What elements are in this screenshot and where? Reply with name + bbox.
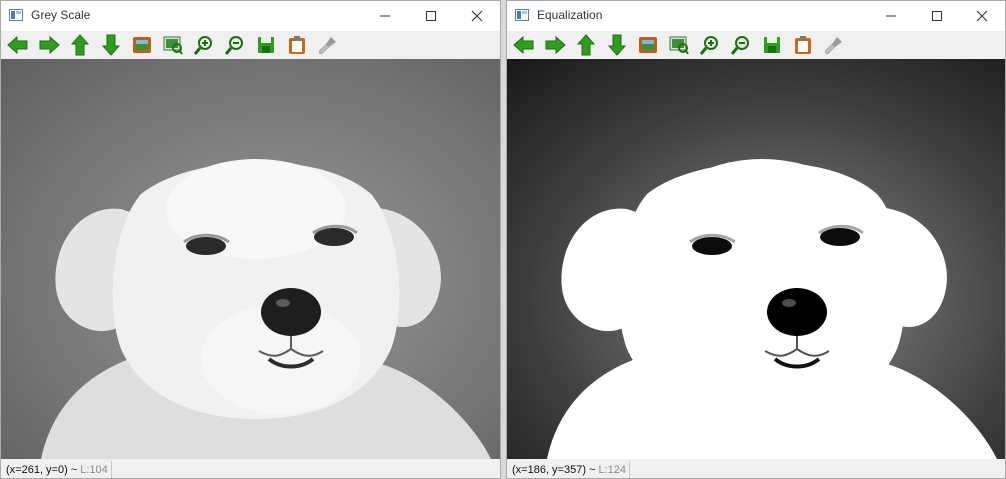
maximize-icon [426,11,436,21]
pixel-level: L:104 [80,463,108,476]
close-icon [471,10,483,22]
window-title: Grey Scale [31,8,91,22]
maximize-button[interactable] [914,1,960,31]
equalization-window: Equalization (x=186, y=357) ~ L:124 [506,0,1006,479]
properties-icon[interactable] [822,33,846,57]
zoom-out-icon[interactable] [729,33,753,57]
minimize-icon [380,15,390,17]
pixel-coordinates: (x=261, y=0) ~ [6,463,78,476]
app-icon [515,9,529,21]
close-icon [976,10,988,22]
image-viewport[interactable] [507,59,1005,459]
zoom-fit-icon[interactable] [636,33,660,57]
arrow-down-icon[interactable] [605,33,629,57]
arrow-left-icon[interactable] [512,33,536,57]
maximize-button[interactable] [408,1,454,31]
window-title: Equalization [537,8,603,22]
status-cell: (x=186, y=357) ~ L:124 [509,461,631,478]
maximize-icon [932,11,942,21]
grey-scale-window: Grey Scale (x=261, y=0) ~ L:104 [0,0,501,479]
arrow-down-icon[interactable] [99,33,123,57]
toolbar [507,31,1005,59]
equalized-image [507,59,1005,459]
status-bar: (x=186, y=357) ~ L:124 [507,459,1005,478]
zoom-fit-icon[interactable] [130,33,154,57]
pixel-coordinates: (x=186, y=357) ~ [512,463,596,476]
arrow-right-icon[interactable] [37,33,61,57]
arrow-up-icon[interactable] [574,33,598,57]
arrow-right-icon[interactable] [543,33,567,57]
minimize-button[interactable] [362,1,408,31]
status-bar: (x=261, y=0) ~ L:104 [1,459,500,478]
properties-icon[interactable] [316,33,340,57]
zoom-region-icon[interactable] [667,33,691,57]
title-bar[interactable]: Equalization [507,1,1005,31]
grey-scale-image [1,59,500,459]
arrow-up-icon[interactable] [68,33,92,57]
minimize-icon [886,15,896,17]
save-icon[interactable] [254,33,278,57]
close-button[interactable] [959,1,1005,31]
pixel-level: L:124 [598,463,627,476]
image-viewport[interactable] [1,59,500,459]
zoom-region-icon[interactable] [161,33,185,57]
save-icon[interactable] [760,33,784,57]
title-bar[interactable]: Grey Scale [1,1,500,31]
status-cell: (x=261, y=0) ~ L:104 [3,461,112,478]
toolbar [1,31,500,59]
app-icon [9,9,23,21]
close-button[interactable] [454,1,500,31]
copy-icon[interactable] [791,33,815,57]
arrow-left-icon[interactable] [6,33,30,57]
zoom-in-icon[interactable] [192,33,216,57]
copy-icon[interactable] [285,33,309,57]
zoom-in-icon[interactable] [698,33,722,57]
minimize-button[interactable] [868,1,914,31]
zoom-out-icon[interactable] [223,33,247,57]
